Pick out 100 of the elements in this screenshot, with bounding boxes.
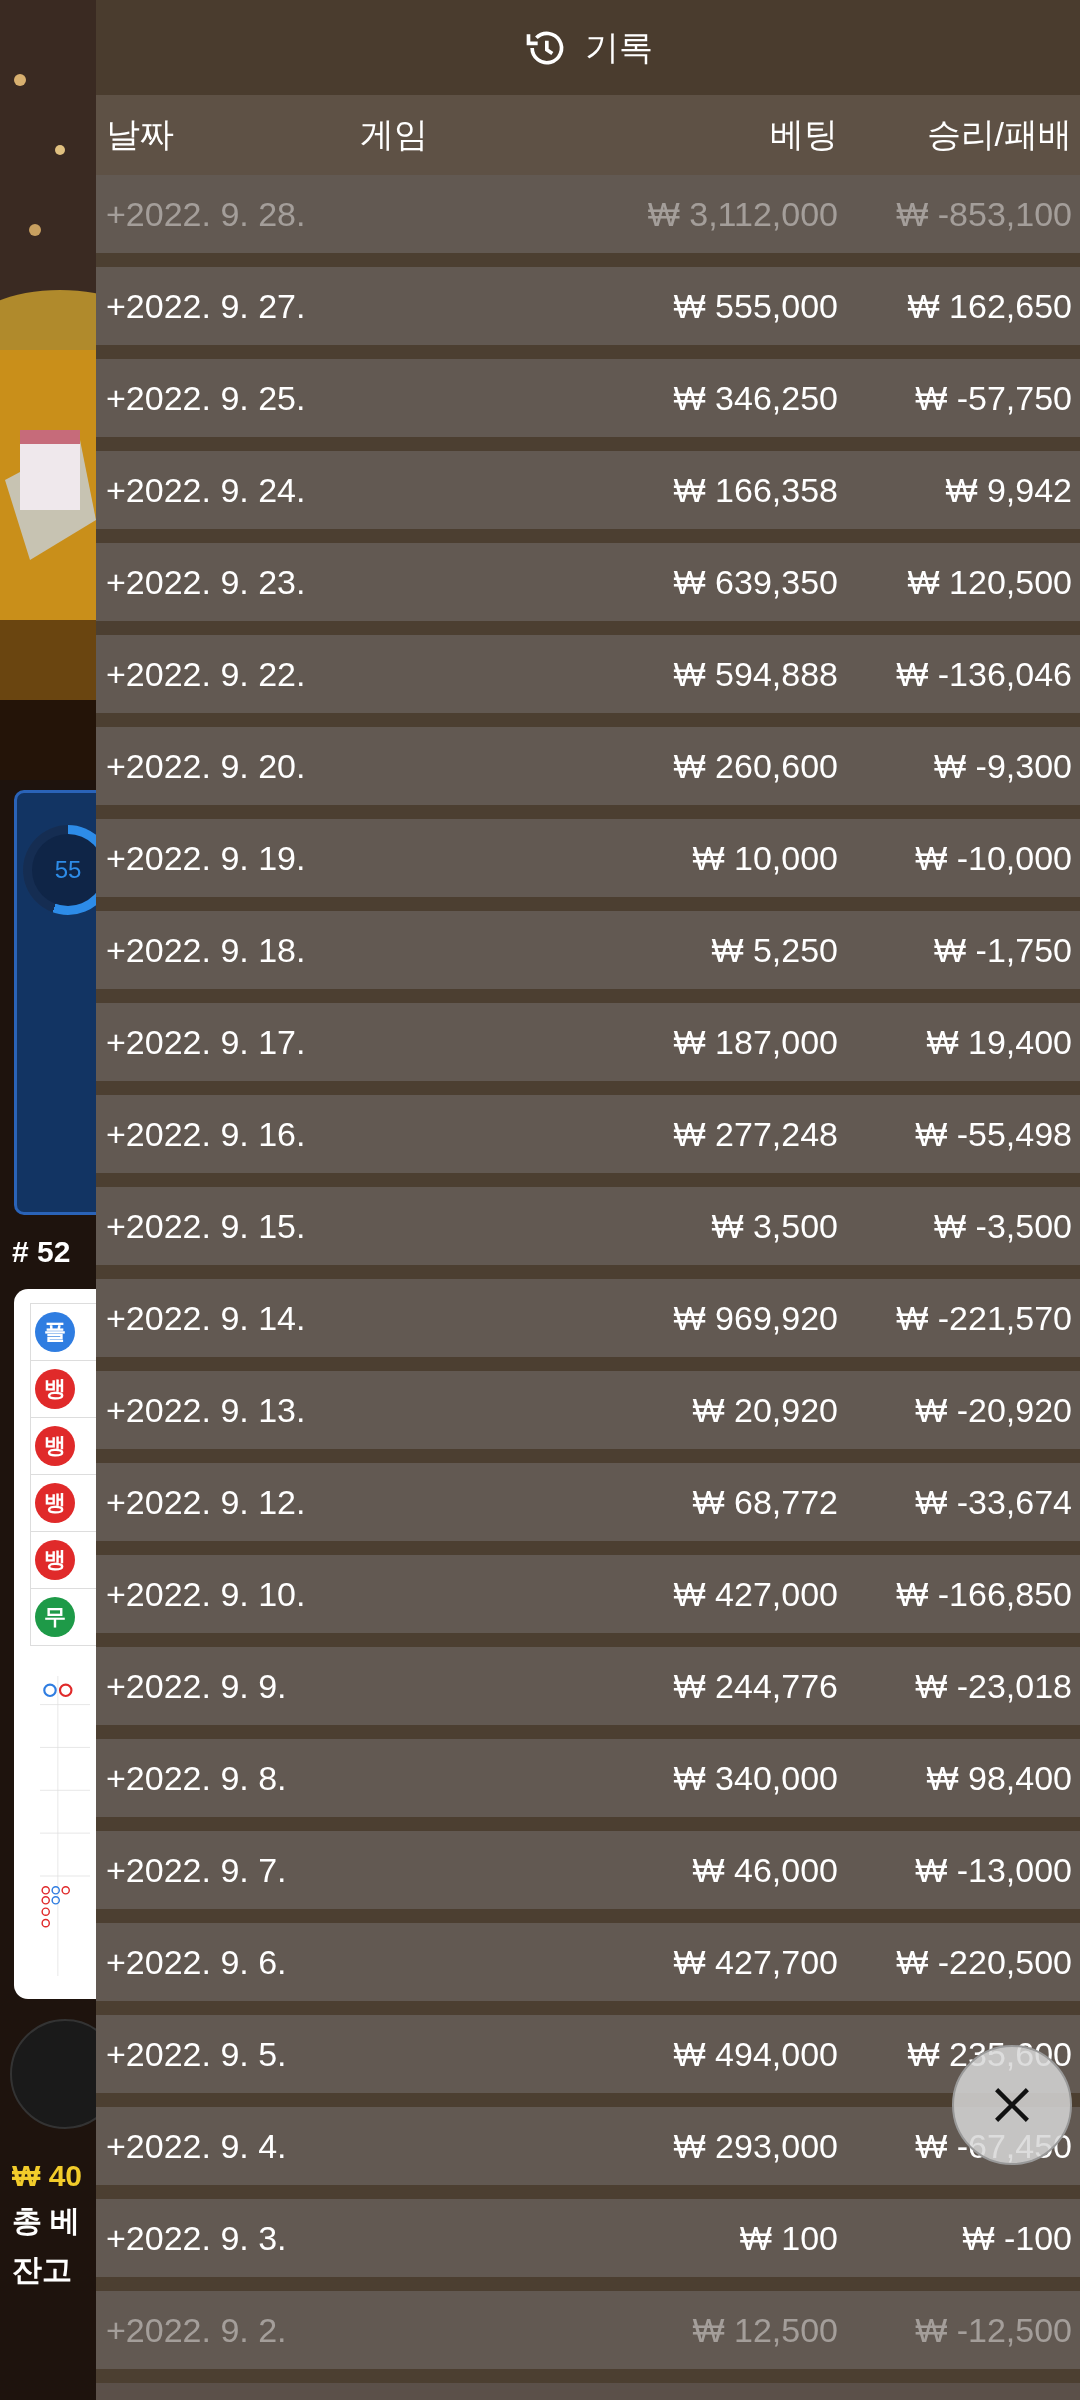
road-badge: 뱅 [35,1369,75,1409]
date-cell-text: +2022. 9. 3. [106,2218,288,2258]
date-cell-text: +2022. 9. 18. [106,930,307,970]
bet-cell-text: ₩ 187,000 [672,1022,838,1062]
result-cell-text: ₩ -1,750 [933,930,1072,970]
history-title: 기록 [585,26,653,68]
total-bet-label: 총 베 [12,2203,82,2239]
bet-cell-text: ₩ 260,600 [672,746,838,786]
result-cell-text: ₩ -3,500 [933,1206,1072,1246]
history-row[interactable]: +2022. 9. 19. ₩ 10,000 ₩ -10,000 [96,819,1080,911]
date-cell-text: +2022. 9. 17. [106,1022,307,1062]
road-badge: 플 [35,1312,75,1352]
result-cell-text: ₩ -100 [961,2218,1072,2258]
history-row[interactable]: +2022. 9. 25. ₩ 346,250 ₩ -57,750 [96,359,1080,451]
amount-text: ₩ 40 [12,2159,84,2193]
result-cell-text: ₩ 9,942 [944,470,1072,510]
result-cell-text: ₩ -221,570 [895,1298,1072,1338]
result-cell-text: ₩ 98,400 [925,1758,1072,1798]
progress-label: 55 [54,856,82,884]
date-cell-text: +2022. 9. 22. [106,654,307,694]
history-row[interactable]: +2022. 9. 14. ₩ 969,920 ₩ -221,570 [96,1279,1080,1371]
column-header: 승리/패배 [925,114,1072,155]
bet-cell-text: ₩ 20,920 [691,1390,838,1430]
history-row[interactable]: +2022. 9. 17. ₩ 187,000 ₩ 19,400 [96,1003,1080,1095]
bet-cell-text: ₩ 427,000 [672,1574,838,1614]
bet-cell-text: ₩ 12,500 [691,2310,838,2350]
bet-cell-text: ₩ 427,700 [672,1942,838,1982]
history-row[interactable]: +2022. 9. 16. ₩ 277,248 ₩ -55,498 [96,1095,1080,1187]
history-row[interactable]: +2022. 9. 8. ₩ 340,000 ₩ 98,400 [96,1739,1080,1831]
date-cell-text: +2022. 9. 7. [106,1850,288,1890]
history-row[interactable]: +2022. 9. 23. ₩ 639,350 ₩ 120,500 [96,543,1080,635]
bet-cell-text: ₩ 100 [738,2218,838,2258]
bet-cell-text: ₩ 10,000 [691,838,838,878]
history-row[interactable]: +2022. 9. 18. ₩ 5,250 ₩ -1,750 [96,911,1080,1003]
result-cell-text: ₩ -853,100 [895,194,1072,234]
date-cell-text: +2022. 9. 20. [106,746,307,786]
bet-cell-text: ₩ 277,248 [672,1114,838,1154]
date-cell-text: +2022. 9. 4. [106,2126,288,2166]
date-cell-text: +2022. 9. 14. [106,1298,307,1338]
history-row[interactable]: +2022. 9. 22. ₩ 594,888 ₩ -136,046 [96,635,1080,727]
date-cell-text: +2022. 9. 12. [106,1482,307,1522]
history-row[interactable]: +2022. 9. 7. ₩ 46,000 ₩ -13,000 [96,1831,1080,1923]
result-cell-text: ₩ -55,498 [914,1114,1072,1154]
result-cell-text: ₩ -20,920 [914,1390,1072,1430]
date-cell-text: +2022. 9. 25. [106,378,307,418]
result-cell-text: ₩ 120,500 [906,562,1072,602]
date-cell-text: +2022. 9. 24. [106,470,307,510]
date-cell-text: +2022. 9. 13. [106,1390,307,1430]
bet-cell-text: ₩ 46,000 [691,1850,838,1890]
bet-cell-text: ₩ 166,358 [672,470,838,510]
bet-cell-text: ₩ 639,350 [672,562,838,602]
road-badge: 무 [35,1597,75,1637]
column-header: 게임 [360,114,429,155]
road-badge: 뱅 [35,1426,75,1466]
result-cell-text: ₩ -13,000 [914,1850,1072,1890]
road-badge: 뱅 [35,1483,75,1523]
date-cell-text: +2022. 9. 5. [106,2034,288,2074]
bet-cell-text: ₩ 5,250 [710,930,838,970]
road-badge: 뱅 [35,1540,75,1580]
bet-cell-text: ₩ 969,920 [672,1298,838,1338]
result-cell-text: ₩ -10,000 [914,838,1072,878]
history-row[interactable]: +2022. 9. 13. ₩ 20,920 ₩ -20,920 [96,1371,1080,1463]
date-cell-text: +2022. 9. 23. [106,562,307,602]
history-row[interactable]: +2022. 9. 6. ₩ 427,700 ₩ -220,500 [96,1923,1080,2015]
bet-cell-text: ₩ 244,776 [672,1666,838,1706]
date-cell-text: +2022. 9. 19. [106,838,307,878]
date-cell-text: +2022. 9. 9. [106,1666,288,1706]
bet-cell-text: ₩ 340,000 [672,1758,838,1798]
date-cell-text: +2022. 9. 27. [106,286,307,326]
result-cell-text: ₩ -166,850 [895,1574,1072,1614]
bet-cell-text: ₩ 494,000 [672,2034,838,2074]
round-number: # 52 [12,1235,72,1269]
result-cell-text: ₩ -12,500 [914,2310,1072,2350]
result-cell-text: ₩ -23,018 [914,1666,1072,1706]
history-row[interactable]: +2022. 9. 27. ₩ 555,000 ₩ 162,650 [96,267,1080,359]
balance-label: 잔고 [12,2252,72,2288]
result-cell-text: ₩ 162,650 [906,286,1072,326]
history-row[interactable]: +2022. 9. 9. ₩ 244,776 ₩ -23,018 [96,1647,1080,1739]
history-row[interactable]: +2022. 9. 24. ₩ 166,358 ₩ 9,942 [96,451,1080,543]
result-cell-text: ₩ -136,046 [895,654,1072,694]
date-cell-text: +2022. 9. 16. [106,1114,307,1154]
history-row[interactable]: +2022. 9. 15. ₩ 3,500 ₩ -3,500 [96,1187,1080,1279]
bet-cell-text: ₩ 3,112,000 [646,194,838,234]
bet-cell-text: ₩ 3,500 [710,1206,838,1246]
date-cell-text: +2022. 9. 28. [106,194,307,234]
history-row[interactable]: +2022. 9. 20. ₩ 260,600 ₩ -9,300 [96,727,1080,819]
bet-cell-text: ₩ 293,000 [672,2126,838,2166]
date-cell-text: +2022. 9. 10. [106,1574,307,1614]
result-cell-text: ₩ -57,750 [914,378,1072,418]
date-cell-text: +2022. 9. 6. [106,1942,288,1982]
history-row[interactable]: +2022. 9. 3. ₩ 100 ₩ -100 [96,2199,1080,2291]
date-cell-text: +2022. 9. 15. [106,1206,307,1246]
bet-cell-text: ₩ 555,000 [672,286,838,326]
history-row[interactable]: +2022. 9. 12. ₩ 68,772 ₩ -33,674 [96,1463,1080,1555]
column-header: 베팅 [769,114,838,155]
column-header: 날짜 [106,114,175,155]
history-row[interactable]: +2022. 9. 10. ₩ 427,000 ₩ -166,850 [96,1555,1080,1647]
bet-cell-text: ₩ 594,888 [672,654,838,694]
date-cell-text: +2022. 9. 2. [106,2310,288,2350]
result-cell-text: ₩ -220,500 [895,1942,1072,1982]
